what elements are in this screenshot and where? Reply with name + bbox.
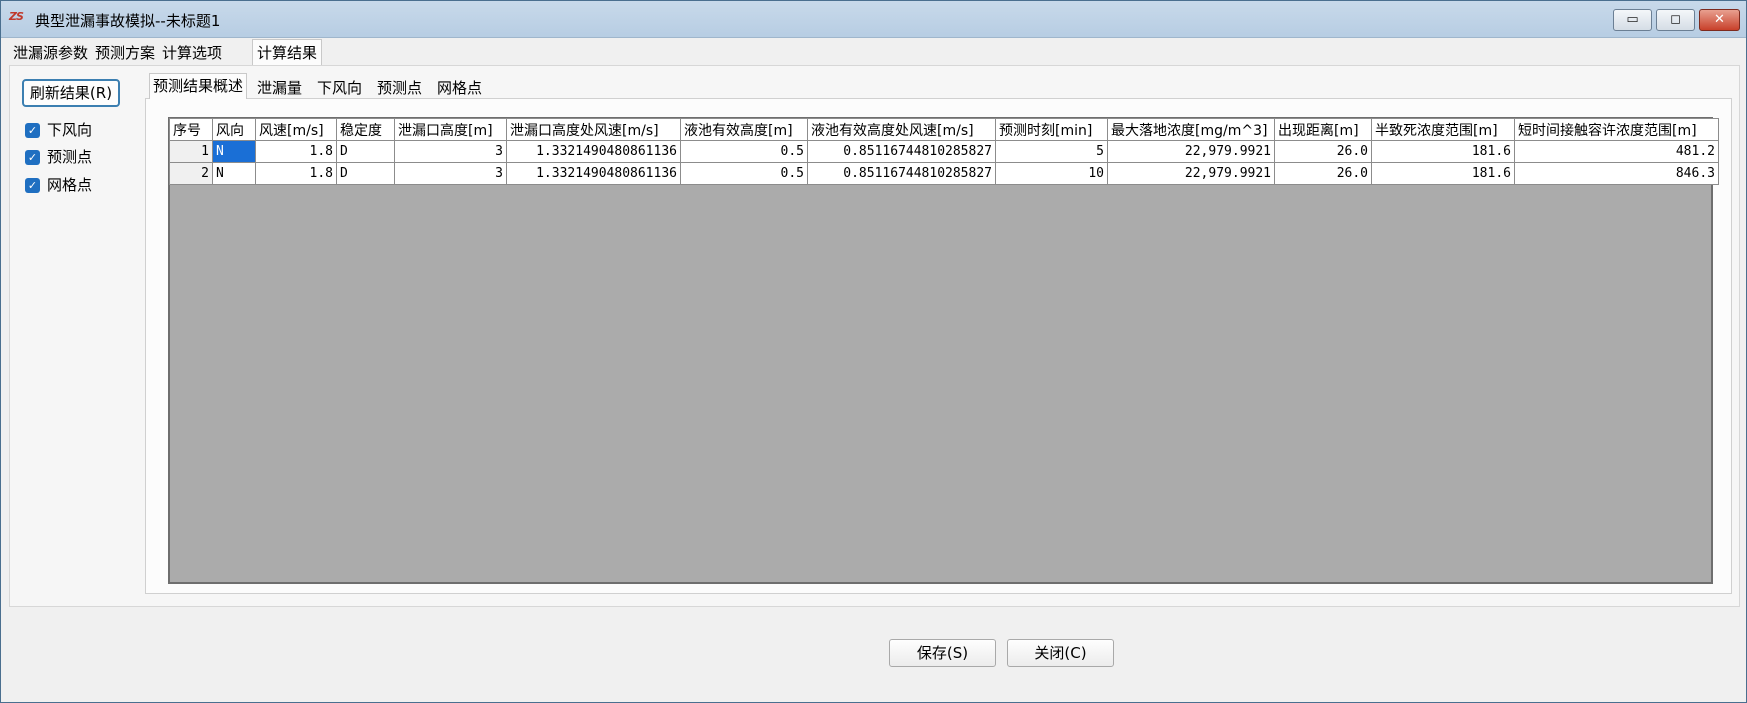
- column-header[interactable]: 风向: [212, 118, 256, 141]
- table-cell[interactable]: 26.0: [1274, 140, 1372, 163]
- close-icon: ✕: [1714, 12, 1725, 27]
- table-cell[interactable]: 0.85116744810285827: [807, 162, 996, 185]
- title-bar: ZS 典型泄漏事故模拟--未标题1 ▭ ◻ ✕: [1, 1, 1746, 38]
- maximize-button[interactable]: ◻: [1656, 9, 1695, 31]
- table-cell[interactable]: 1.3321490480861136: [506, 140, 681, 163]
- table-cell[interactable]: 22,979.9921: [1107, 140, 1275, 163]
- table-cell[interactable]: 5: [995, 140, 1108, 163]
- table-row[interactable]: 1 N 1.8 D 3 1.3321490480861136 0.5 0.851…: [169, 140, 1719, 163]
- column-header[interactable]: 出现距离[m]: [1274, 118, 1372, 141]
- table-cell[interactable]: 22,979.9921: [1107, 162, 1275, 185]
- window-title: 典型泄漏事故模拟--未标题1: [35, 12, 221, 30]
- tab-leak-source-params[interactable]: 泄漏源参数: [9, 41, 92, 65]
- table-cell[interactable]: 181.6: [1371, 140, 1515, 163]
- button-bar: [1, 611, 1746, 701]
- table-cell[interactable]: 3: [394, 162, 507, 185]
- maximize-icon: ◻: [1670, 12, 1681, 27]
- tab-calc-results[interactable]: 计算结果: [252, 39, 323, 66]
- table-cell[interactable]: D: [336, 140, 395, 163]
- minimize-button[interactable]: ▭: [1613, 9, 1652, 31]
- column-header[interactable]: 泄漏口高度处风速[m/s]: [506, 118, 681, 141]
- column-header[interactable]: 序号: [169, 118, 213, 141]
- column-header[interactable]: 最大落地浓度[mg/m^3]: [1107, 118, 1275, 141]
- column-header[interactable]: 液池有效高度[m]: [680, 118, 808, 141]
- table-cell[interactable]: D: [336, 162, 395, 185]
- checkbox-checked-icon: ✓: [25, 123, 40, 138]
- checkbox-label: 下风向: [47, 121, 93, 139]
- table-cell[interactable]: 481.2: [1514, 140, 1719, 163]
- results-table[interactable]: 序号 风向 风速[m/s] 稳定度 泄漏口高度[m] 泄漏口高度处风速[m/s]…: [169, 118, 1719, 185]
- column-header[interactable]: 风速[m/s]: [255, 118, 337, 141]
- subtab-results-overview[interactable]: 预测结果概述: [149, 73, 248, 99]
- checkbox-label: 网格点: [47, 176, 93, 194]
- minimize-icon: ▭: [1626, 12, 1639, 27]
- table-cell[interactable]: 1.8: [255, 140, 337, 163]
- column-header[interactable]: 短时间接触容许浓度范围[m]: [1514, 118, 1719, 141]
- checkbox-label: 预测点: [47, 148, 93, 166]
- column-header[interactable]: 泄漏口高度[m]: [394, 118, 507, 141]
- table-row[interactable]: 2 N 1.8 D 3 1.3321490480861136 0.5 0.851…: [169, 162, 1719, 185]
- table-cell-selected[interactable]: N: [212, 140, 256, 163]
- results-grid-area[interactable]: [168, 117, 1713, 584]
- refresh-results-button[interactable]: 刷新结果(R): [22, 79, 120, 107]
- column-header[interactable]: 预测时刻[min]: [995, 118, 1108, 141]
- row-number-cell[interactable]: 1: [169, 140, 213, 163]
- table-cell[interactable]: 1.8: [255, 162, 337, 185]
- close-button[interactable]: 关闭(C): [1007, 639, 1114, 667]
- table-header-row: 序号 风向 风速[m/s] 稳定度 泄漏口高度[m] 泄漏口高度处风速[m/s]…: [169, 118, 1719, 141]
- subtab-leak-amount[interactable]: 泄漏量: [254, 77, 305, 99]
- row-number-cell[interactable]: 2: [169, 162, 213, 185]
- subtab-downwind[interactable]: 下风向: [314, 77, 365, 99]
- checkbox-checked-icon: ✓: [25, 150, 40, 165]
- subtab-prediction-points[interactable]: 预测点: [374, 77, 425, 99]
- subtab-grid-points[interactable]: 网格点: [434, 77, 485, 99]
- table-cell[interactable]: N: [212, 162, 256, 185]
- column-header[interactable]: 半致死浓度范围[m]: [1371, 118, 1515, 141]
- table-cell[interactable]: 3: [394, 140, 507, 163]
- table-cell[interactable]: 0.5: [680, 162, 808, 185]
- app-logo-icon: ZS: [9, 10, 24, 23]
- app-window: ZS 典型泄漏事故模拟--未标题1 ▭ ◻ ✕ 泄漏源参数 预测方案 计算选项 …: [0, 0, 1747, 703]
- table-cell[interactable]: 181.6: [1371, 162, 1515, 185]
- save-button[interactable]: 保存(S): [889, 639, 996, 667]
- table-cell[interactable]: 846.3: [1514, 162, 1719, 185]
- close-window-button[interactable]: ✕: [1699, 9, 1740, 31]
- column-header[interactable]: 稳定度: [336, 118, 395, 141]
- column-header[interactable]: 液池有效高度处风速[m/s]: [807, 118, 996, 141]
- tab-calc-options[interactable]: 计算选项: [158, 41, 226, 65]
- table-cell[interactable]: 0.85116744810285827: [807, 140, 996, 163]
- tab-prediction-plan[interactable]: 预测方案: [91, 41, 159, 65]
- table-cell[interactable]: 0.5: [680, 140, 808, 163]
- table-cell[interactable]: 1.3321490480861136: [506, 162, 681, 185]
- table-cell[interactable]: 10: [995, 162, 1108, 185]
- table-cell[interactable]: 26.0: [1274, 162, 1372, 185]
- checkbox-checked-icon: ✓: [25, 178, 40, 193]
